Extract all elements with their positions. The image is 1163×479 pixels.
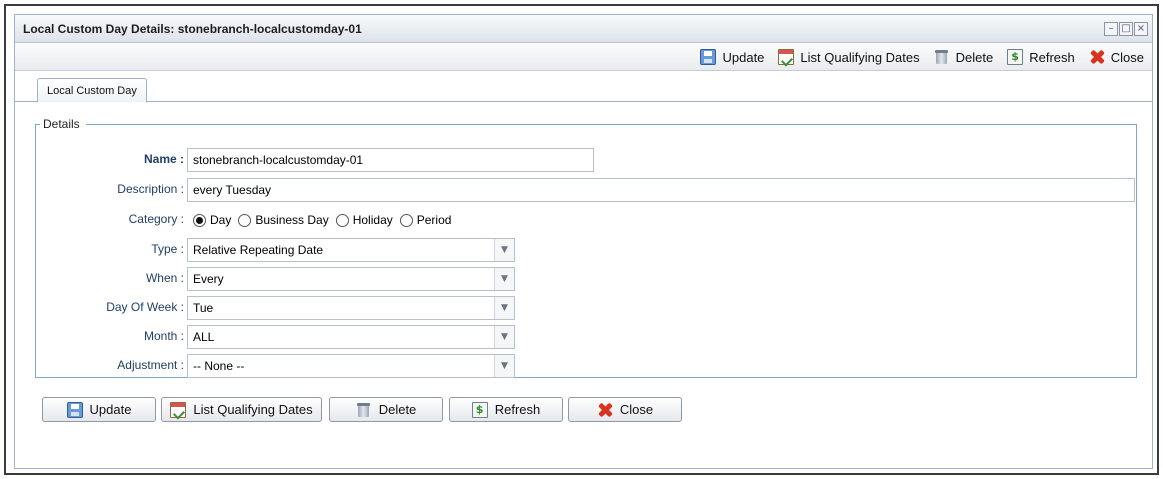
month-row: Month : (36, 324, 184, 348)
radio-icon (335, 213, 349, 227)
tab-local-custom-day[interactable]: Local Custom Day (37, 78, 147, 103)
category-option-label: Business Day (255, 213, 329, 227)
toolbar: Update List Qualifying Dates Delete Refr… (15, 44, 1152, 71)
adjustment-value: -- None -- (193, 359, 245, 373)
name-label: Name : (143, 152, 184, 166)
list-qualifying-dates-button[interactable]: List Qualifying Dates (161, 397, 322, 422)
category-row: Category : (36, 207, 184, 231)
description-row: Description : (36, 177, 184, 201)
tab-strip: Local Custom Day (15, 72, 1152, 103)
category-radio-period[interactable]: Period (399, 213, 452, 227)
toolbar-delete-button[interactable]: Delete (934, 49, 994, 65)
radio-icon (238, 213, 252, 227)
trash-icon (356, 402, 372, 418)
name-row: Name : (36, 147, 184, 171)
day-of-week-row: Day Of Week : (36, 295, 184, 319)
toolbar-delete-label: Delete (955, 49, 994, 65)
details-legend: Details (43, 117, 80, 131)
category-radio-group: Day Business Day Holiday Period (193, 213, 458, 227)
toolbar-update-button[interactable]: Update (700, 49, 764, 65)
when-value: Every (193, 272, 224, 286)
details-window: Local Custom Day Details: stonebranch-lo… (14, 14, 1153, 469)
type-value: Relative Repeating Date (193, 243, 324, 257)
type-label: Type : (151, 242, 184, 256)
title-bar: Local Custom Day Details: stonebranch-lo… (15, 15, 1152, 43)
toolbar-refresh-label: Refresh (1029, 49, 1075, 65)
type-select[interactable]: Relative Repeating Date ▼ (187, 238, 515, 262)
close-icon (597, 402, 613, 418)
toolbar-update-label: Update (722, 49, 765, 65)
radio-icon (399, 213, 413, 227)
window-title: Local Custom Day Details: stonebranch-lo… (23, 22, 362, 36)
details-fieldset: Details Name : stonebranch-localcustomda… (35, 117, 1137, 378)
when-row: When : (36, 266, 184, 290)
category-option-label: Day (210, 213, 232, 227)
month-value: ALL (193, 330, 215, 344)
outer-frame: Local Custom Day Details: stonebranch-lo… (4, 4, 1159, 475)
description-label: Description : (117, 182, 184, 196)
list-qualifying-dates-button-label: List Qualifying Dates (193, 402, 313, 417)
close-icon (1089, 49, 1105, 65)
chevron-down-icon[interactable]: ▼ (494, 268, 514, 290)
category-radio-holiday[interactable]: Holiday (335, 213, 393, 227)
chevron-down-icon[interactable]: ▼ (494, 239, 514, 261)
update-button-label: Update (89, 402, 132, 417)
minimize-icon[interactable]: – (1104, 22, 1118, 36)
save-icon (66, 401, 83, 418)
refresh-button[interactable]: Refresh (449, 397, 563, 422)
month-select[interactable]: ALL ▼ (187, 325, 515, 349)
category-radio-day[interactable]: Day (193, 213, 231, 227)
refresh-button-label: Refresh (494, 402, 541, 417)
window-controls: – □ × (1103, 22, 1148, 36)
toolbar-list-qualifying-dates-button[interactable]: List Qualifying Dates (778, 49, 920, 65)
refresh-icon (471, 401, 488, 418)
delete-button[interactable]: Delete (329, 397, 443, 422)
month-label: Month : (143, 329, 184, 343)
chevron-down-icon[interactable]: ▼ (494, 355, 514, 377)
category-radio-business-day[interactable]: Business Day (238, 213, 329, 227)
when-label: When : (145, 271, 184, 285)
toolbar-close-button[interactable]: Close (1089, 49, 1144, 65)
category-option-label: Holiday (352, 213, 393, 227)
adjustment-label: Adjustment : (117, 358, 184, 372)
update-button[interactable]: Update (42, 397, 156, 422)
trash-icon (934, 49, 950, 65)
toolbar-refresh-button[interactable]: Refresh (1007, 49, 1075, 65)
maximize-icon[interactable]: □ (1119, 22, 1133, 36)
chevron-down-icon[interactable]: ▼ (494, 297, 514, 319)
calendar-icon (170, 401, 187, 418)
chevron-down-icon[interactable]: ▼ (494, 326, 514, 348)
save-icon (700, 49, 717, 65)
category-option-label: Period (416, 213, 452, 227)
adjustment-select[interactable]: -- None -- ▼ (187, 354, 515, 378)
type-row: Type : (36, 237, 184, 261)
toolbar-list-qualifying-dates-label: List Qualifying Dates (800, 49, 920, 65)
day-of-week-value: Tue (193, 301, 214, 315)
when-select[interactable]: Every ▼ (187, 267, 515, 291)
close-button-label: Close (619, 402, 654, 417)
toolbar-close-label: Close (1110, 49, 1144, 65)
day-of-week-select[interactable]: Tue ▼ (187, 296, 515, 320)
close-window-icon[interactable]: × (1134, 22, 1148, 36)
category-label: Category : (128, 212, 184, 226)
radio-selected-icon (193, 213, 206, 227)
adjustment-row: Adjustment : (36, 353, 184, 377)
calendar-icon (778, 49, 795, 65)
close-button[interactable]: Close (568, 397, 682, 422)
refresh-icon (1007, 49, 1024, 65)
name-input[interactable]: stonebranch-localcustomday-01 (187, 148, 594, 172)
delete-button-label: Delete (378, 402, 417, 417)
day-of-week-label: Day Of Week : (106, 300, 184, 314)
description-input[interactable]: every Tuesday (187, 178, 1135, 202)
